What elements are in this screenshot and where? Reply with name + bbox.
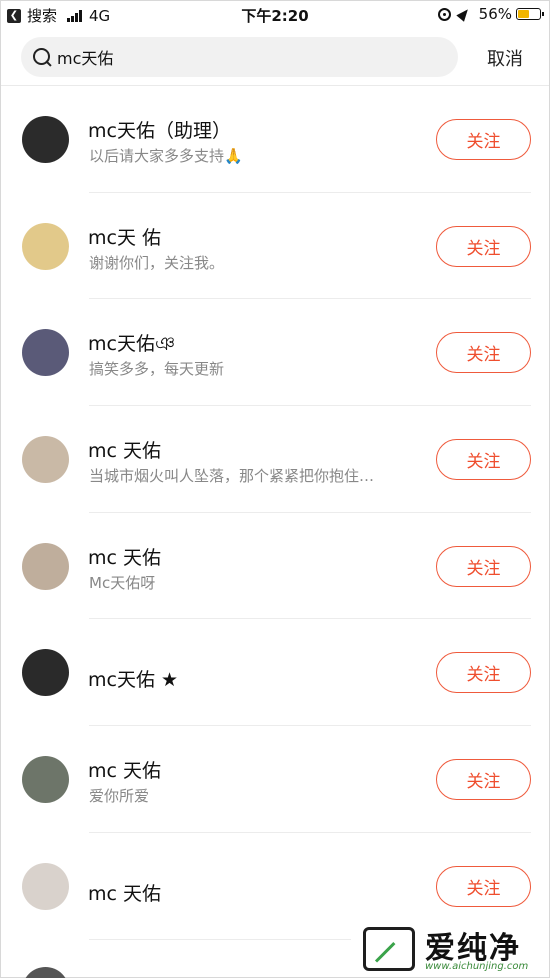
search-input[interactable] — [57, 47, 417, 67]
follow-button[interactable]: 关注 — [436, 225, 531, 267]
follow-button[interactable]: 关注 — [436, 865, 531, 907]
watermark-url: www.aichunjing.com — [425, 961, 529, 972]
status-bar: ❮ 搜索 4G 下午2:20 56% — [1, 1, 549, 29]
follow-button[interactable]: 关注 — [436, 332, 531, 374]
search-box[interactable] — [21, 37, 458, 77]
list-item[interactable]: mc 天佑当城市烟火叫人坠落，那个紧紧把你抱住… 关注 — [1, 406, 549, 513]
search-results-list: mc天佑（助理） 以后请大家多多支持🙏 关注 mc天 佑谢谢你们，关注我。 关注 mc天佑… — [1, 86, 549, 940]
user-name[interactable]: mc 天佑 — [88, 436, 161, 463]
watermark: 爱纯净 www.aichunjing.com — [351, 917, 549, 977]
rotation-lock-icon — [437, 7, 451, 21]
user-name[interactable]: mc天佑 ★ — [88, 665, 178, 692]
follow-button[interactable]: 关注 — [436, 119, 531, 160]
follow-button[interactable]: 关注 — [436, 439, 531, 481]
user-name[interactable]: mc天佑（助理） — [88, 116, 231, 143]
battery-fill — [518, 10, 530, 18]
user-name[interactable]: mc 天佑 — [88, 879, 161, 906]
avatar[interactable] — [22, 862, 69, 910]
avatar[interactable] — [22, 967, 69, 978]
user-bio: 搞笑多多，每天更新 — [89, 360, 225, 379]
avatar[interactable] — [22, 542, 69, 590]
follow-button[interactable]: 关注 — [436, 545, 531, 587]
user-bio: Mc天佑呀 — [89, 573, 156, 592]
list-item[interactable]: mc天 佑谢谢你们，关注我。 关注 — [1, 193, 549, 300]
follow-button[interactable]: 关注 — [436, 759, 531, 801]
avatar[interactable] — [22, 116, 69, 163]
status-right: 56% — [437, 5, 544, 23]
list-item[interactable]: mc天佑（助理） 以后请大家多多支持🙏 关注 — [1, 86, 549, 193]
user-bio: 谢谢你们，关注我。 — [89, 253, 225, 272]
avatar[interactable] — [22, 649, 69, 697]
avatar[interactable] — [22, 756, 69, 804]
avatar[interactable] — [22, 436, 69, 484]
cancel-button[interactable]: 取消 — [487, 45, 523, 71]
battery-percent: 56% — [478, 5, 512, 23]
avatar[interactable] — [22, 329, 69, 377]
user-name[interactable]: mc天 佑 — [88, 223, 161, 250]
user-bio: 当城市烟火叫人坠落，那个紧紧把你抱住… — [89, 467, 375, 486]
search-bar: 取消 — [1, 35, 549, 79]
location-icon — [455, 6, 472, 22]
list-item[interactable]: mc天佑 ★ 关注 — [1, 619, 549, 727]
follow-button[interactable]: 关注 — [436, 652, 531, 694]
user-bio: 以后请大家多多支持🙏 — [89, 147, 243, 165]
list-item[interactable]: mc 天佑 Mc天佑呀 关注 — [1, 513, 549, 620]
avatar[interactable] — [22, 222, 69, 270]
user-name[interactable]: mc 天佑 — [88, 543, 161, 570]
list-item[interactable]: mc 天佑爱你所爱 关注 — [1, 726, 549, 833]
list-item[interactable]: mc天佑ঞ 搞笑多多，每天更新 关注 — [1, 299, 549, 407]
watermark-logo-icon — [363, 927, 415, 971]
user-bio: 爱你所爱 — [89, 787, 150, 806]
battery-icon — [516, 8, 544, 20]
search-icon — [33, 48, 51, 66]
user-name[interactable]: mc 天佑 — [88, 756, 161, 783]
